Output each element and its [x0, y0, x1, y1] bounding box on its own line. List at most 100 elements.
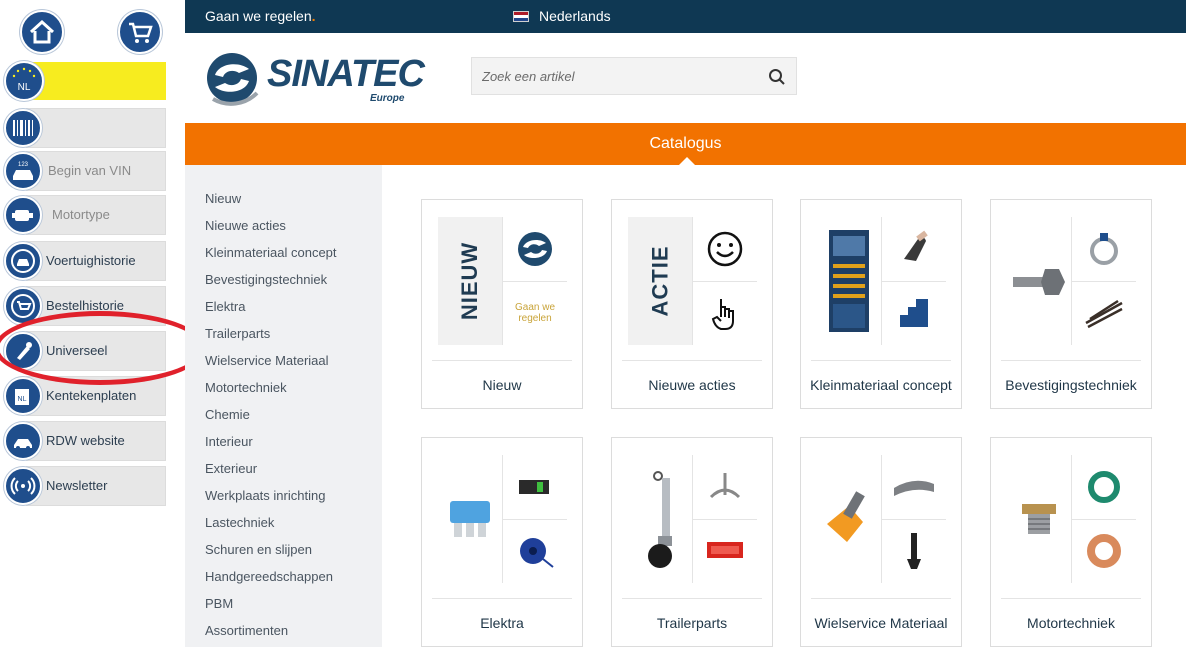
barcode-row[interactable] — [4, 108, 166, 148]
nav-active-indicator — [679, 157, 695, 165]
card-image — [817, 455, 946, 583]
catalog-grid: NIEUW Gaan we regelen Nieuw ACTIE Nieuwe… — [382, 165, 1186, 647]
search-box — [471, 57, 797, 95]
hose-clamp-icon — [1090, 232, 1118, 265]
tool-item-newsletter[interactable]: Newsletter — [4, 466, 166, 506]
top-bar: Gaan we regelen. Nederlands — [185, 0, 1186, 33]
tpms-sensor-icon — [827, 491, 865, 542]
motortype-label: Motortype — [52, 207, 110, 222]
category-link[interactable]: Schuren en slijpen — [205, 542, 312, 557]
category-sidebar: Nieuw Nieuwe acties Kleinmateriaal conce… — [185, 165, 382, 647]
svg-text:NL: NL — [18, 396, 27, 403]
category-link[interactable]: Nieuw — [205, 191, 241, 206]
catalog-nav-bar: Catalogus — [185, 123, 1186, 165]
region-highlight-bar[interactable] — [26, 62, 166, 100]
left-tool-panel: NL 123 Begin van VIN Motortype Voertuigh… — [0, 0, 206, 647]
mounting-bracket-icon — [709, 472, 741, 498]
category-link[interactable]: Assortimenten — [205, 623, 288, 638]
vin-label: Begin van VIN — [48, 163, 132, 178]
card-title: Trailerparts — [656, 615, 728, 631]
catalog-card-elektra[interactable]: Elektra — [421, 437, 583, 647]
site-header: SINATEC Europe — [185, 33, 1186, 123]
category-link[interactable]: Lastechniek — [205, 515, 274, 530]
car-history-icon — [4, 242, 42, 280]
language-label: Nederlands — [539, 8, 611, 24]
catalog-card-wielservice[interactable]: Wielservice Materiaal — [800, 437, 962, 647]
wheel-weight-icon — [894, 480, 934, 496]
language-selector[interactable]: Nederlands — [513, 0, 611, 33]
category-link[interactable]: PBM — [205, 596, 233, 611]
category-link[interactable]: Nieuwe acties — [205, 218, 286, 233]
vin-car-icon: 123 — [4, 152, 42, 190]
tool-label: RDW website — [46, 433, 125, 448]
vin-row[interactable]: 123 Begin van VIN — [4, 151, 166, 191]
card-image — [817, 217, 946, 345]
cart-icon[interactable] — [118, 10, 162, 54]
tire-valve-icon — [907, 533, 921, 570]
engine-icon — [4, 196, 42, 234]
tagline: Gaan we regelen. — [205, 8, 316, 24]
glove-hand-icon — [904, 230, 928, 261]
category-link[interactable]: Chemie — [205, 407, 250, 422]
catalog-card-nieuwe-acties[interactable]: ACTIE Nieuwe acties — [611, 199, 773, 409]
home-icon[interactable] — [20, 10, 64, 54]
card-title: Kleinmateriaal concept — [810, 377, 952, 393]
logo-mark-icon — [207, 53, 259, 106]
reflector-light-icon — [707, 542, 743, 559]
pointer-hand-icon — [711, 299, 734, 331]
search-icon[interactable] — [768, 68, 786, 86]
step-box-icon — [900, 299, 928, 328]
license-plate-icon: NL — [4, 377, 42, 415]
category-link[interactable]: Interieur — [205, 434, 253, 449]
card-title: Motortechniek — [1027, 615, 1115, 631]
storage-cabinet-icon — [829, 230, 869, 332]
category-link[interactable]: Elektra — [205, 299, 245, 314]
card-title: Nieuw — [482, 377, 522, 393]
newsletter-icon — [4, 467, 42, 505]
cable-ties-icon — [1085, 300, 1123, 329]
motortype-row[interactable]: Motortype — [4, 195, 166, 235]
barcode-icon — [4, 109, 42, 147]
catalog-card-bevestigingstechniek[interactable]: Bevestigingstechniek — [990, 199, 1152, 409]
tool-label: Newsletter — [46, 478, 108, 493]
category-link[interactable]: Motortechniek — [205, 380, 287, 395]
tool-item-voertuighistorie[interactable]: Voertuighistorie — [4, 241, 166, 281]
tool-label: Voertuighistorie — [46, 253, 136, 268]
connector-icon — [519, 479, 549, 494]
drain-plug-icon — [1022, 504, 1056, 534]
catalog-card-nieuw[interactable]: NIEUW Gaan we regelen Nieuw — [421, 199, 583, 409]
card-image — [1007, 217, 1136, 345]
cable-reel-icon — [520, 538, 554, 569]
catalog-card-trailerparts[interactable]: Trailerparts — [611, 437, 773, 647]
card-image — [1007, 455, 1136, 583]
annotation-ellipse — [0, 311, 206, 385]
fuse-icon — [450, 501, 490, 537]
svg-text:123: 123 — [18, 162, 29, 168]
smiley-icon — [707, 231, 743, 266]
copper-washer-icon — [1087, 534, 1121, 569]
card-title: Nieuwe acties — [648, 377, 736, 393]
card-title: Elektra — [480, 615, 524, 631]
eu-region-icon[interactable]: NL — [4, 61, 44, 101]
card-image — [438, 455, 567, 583]
tool-item-rdw-website[interactable]: RDW website — [4, 421, 166, 461]
sinatec-mark-icon — [518, 231, 552, 266]
card-aside-text: Gaan we regelen — [514, 302, 556, 325]
bolt-icon — [1013, 269, 1065, 295]
search-input[interactable] — [472, 58, 762, 94]
category-link[interactable]: Bevestigingstechniek — [205, 272, 327, 287]
o-ring-icon — [1088, 470, 1120, 503]
card-image — [628, 455, 757, 583]
card-title: Wielservice Materiaal — [814, 615, 948, 631]
catalog-card-kleinmateriaal[interactable]: Kleinmateriaal concept — [800, 199, 962, 409]
sinatec-logo[interactable]: SINATEC Europe — [205, 49, 425, 109]
category-link[interactable]: Werkplaats inrichting — [205, 488, 325, 503]
dutch-flag-icon — [513, 11, 529, 22]
category-link[interactable]: Kleinmateriaal concept — [205, 245, 337, 260]
category-link[interactable]: Exterieur — [205, 461, 257, 476]
category-link[interactable]: Wielservice Materiaal — [205, 353, 329, 368]
category-link[interactable]: Handgereedschappen — [205, 569, 333, 584]
category-link[interactable]: Trailerparts — [205, 326, 270, 341]
catalog-card-motortechniek[interactable]: Motortechniek — [990, 437, 1152, 647]
card-title: Bevestigingstechniek — [1005, 377, 1137, 393]
